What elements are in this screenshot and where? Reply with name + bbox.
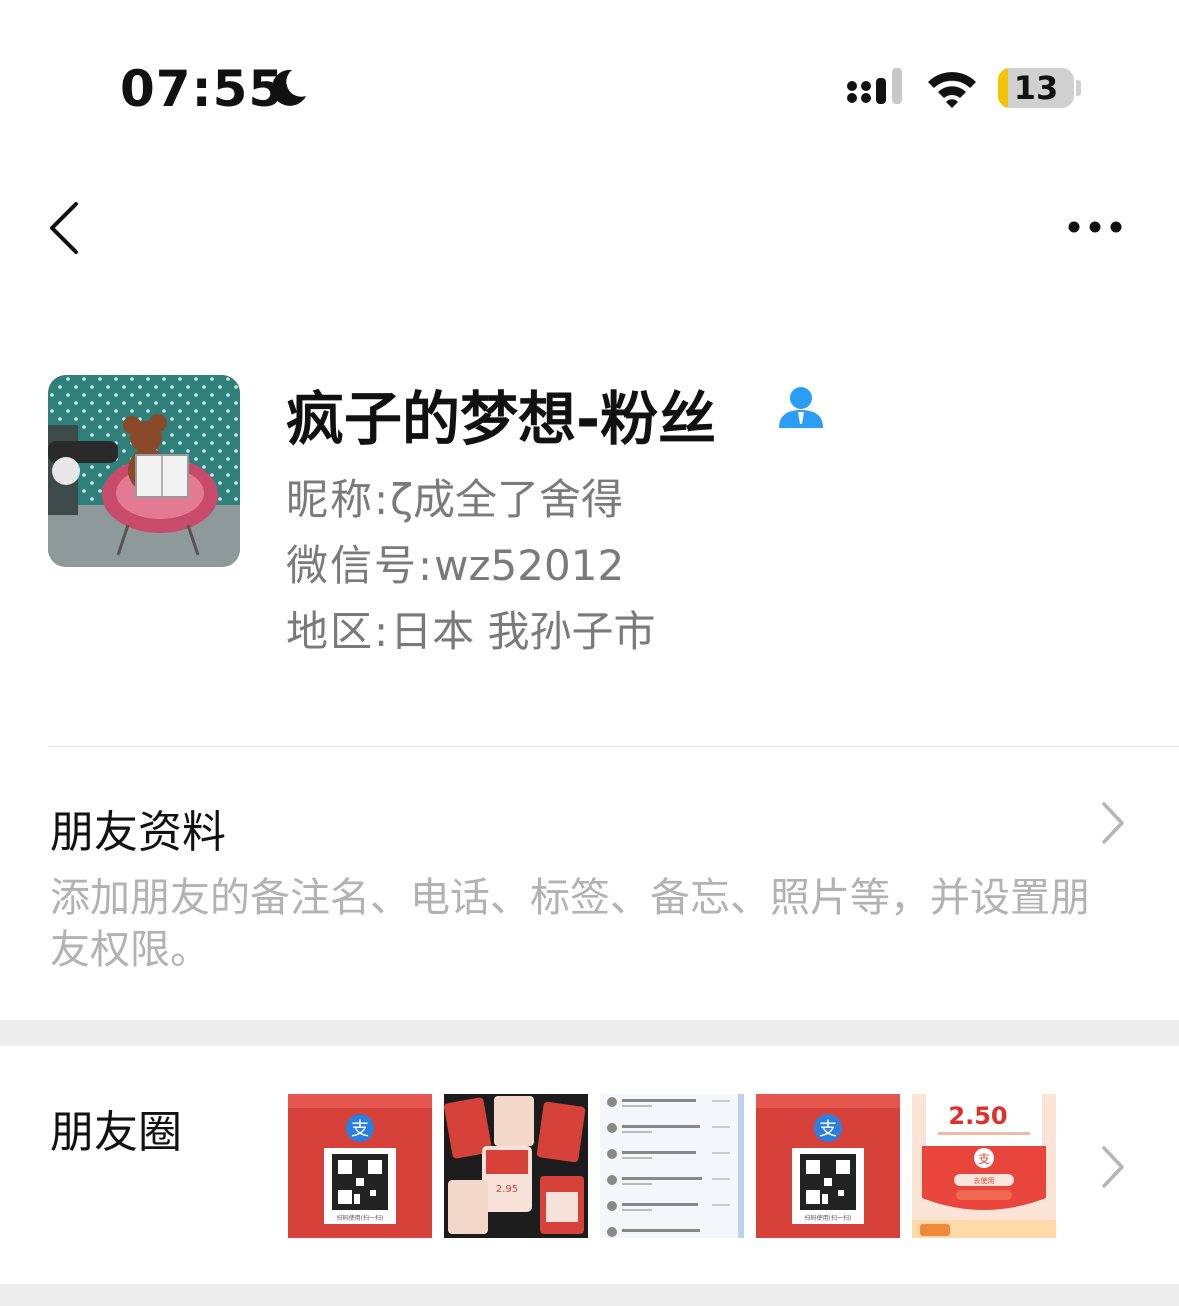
svg-text:支: 支 (351, 1119, 369, 1140)
avatar[interactable] (48, 375, 240, 567)
nickname-value: ζ成全了舍得 (390, 475, 624, 524)
battery-level: 13 (1013, 69, 1059, 107)
moments-row[interactable]: 朋友圈 支 扫码使用(扫一扫) 2.95 支 扫码使用(扫一扫) 2.50 支 … (0, 1046, 1179, 1284)
region-row: 地区:日本 我孙子市 (286, 598, 656, 659)
cellular-signal-icon (847, 68, 902, 104)
region-value: 日本 我孙子市 (390, 607, 656, 656)
friend-info-title: 朋友资料 (50, 807, 226, 858)
chevron-right-icon (1102, 802, 1124, 844)
wechat-id-label: 微信号: (286, 541, 435, 590)
more-dots-icon[interactable] (1060, 210, 1130, 244)
region-label: 地区: (286, 607, 391, 656)
svg-text:支: 支 (978, 1152, 990, 1166)
wechat-id-row: 微信号:wz52012 (286, 532, 624, 593)
thumbnail-caption: 扫码使用(扫一扫) (337, 1214, 384, 1222)
svg-text:支: 支 (819, 1119, 837, 1140)
moments-thumbnail[interactable]: 2.95 (444, 1094, 588, 1238)
moments-thumbnail[interactable]: 支 扫码使用(扫一扫) (756, 1094, 900, 1238)
thumbnail-caption: 去使用 (974, 1176, 995, 1185)
moon-icon (271, 69, 306, 106)
moments-thumbnail[interactable] (600, 1094, 744, 1238)
nickname-label: 昵称: (286, 475, 391, 524)
wifi-icon (928, 72, 976, 108)
thumbnail-amount: 2.95 (496, 1184, 518, 1195)
thumbnail-caption: 扫码使用(扫一扫) (805, 1214, 852, 1222)
moments-thumbnail[interactable]: 2.50 支 去使用 (912, 1094, 1056, 1238)
chevron-left-icon[interactable] (40, 196, 90, 260)
moments-thumbnail[interactable]: 支 扫码使用(扫一扫) (288, 1094, 432, 1238)
moments-title: 朋友圈 (50, 1107, 182, 1158)
chevron-right-icon (1102, 1146, 1124, 1188)
nickname-row: 昵称:ζ成全了舍得 (286, 466, 623, 527)
battery-icon: 13 (998, 68, 1074, 108)
thumbnail-amount: 2.50 (948, 1102, 1007, 1130)
divider (48, 746, 1179, 747)
remark-name: 疯子的梦想-粉丝 (286, 385, 717, 453)
battery-cap (1076, 80, 1081, 96)
friend-info-description: 添加朋友的备注名、电话、标签、备忘、照片等，并设置朋友权限。 (50, 875, 1090, 973)
status-time: 07:55 (120, 60, 285, 118)
person-icon (779, 387, 823, 428)
wechat-id-value[interactable]: wz52012 (434, 541, 624, 590)
